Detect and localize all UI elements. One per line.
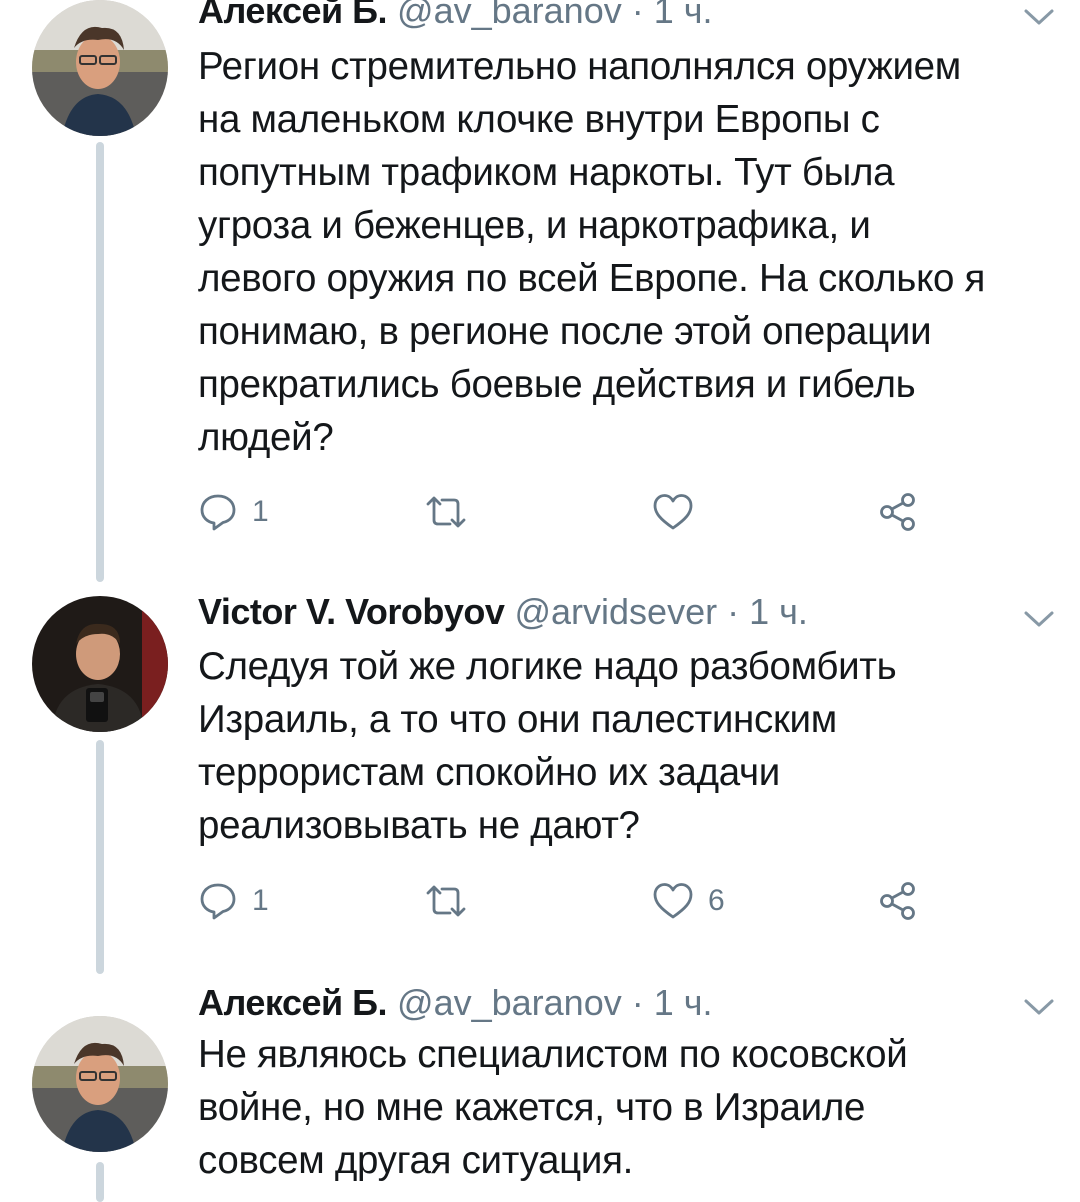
- tweet-2[interactable]: Victor V. Vorobyov @arvidsever · 1 ч. Сл…: [0, 580, 1080, 980]
- reply-button[interactable]: 1: [198, 488, 269, 536]
- tweet-text-line: Следуя той же логике надо разбомбить: [198, 645, 897, 688]
- tweet-header: Victor V. Vorobyov @arvidsever · 1 ч.: [198, 589, 808, 635]
- tweet-text-line: Израиль, а то что они палестинским: [198, 698, 837, 741]
- author-handle[interactable]: @av_baranov: [397, 982, 622, 1023]
- like-button[interactable]: [652, 488, 694, 536]
- tweet-text-line: реализовывать не дают?: [198, 804, 640, 847]
- user-avatar-icon: [32, 1016, 168, 1152]
- tweet-text-line: угроза и беженцев, и наркотрафика, и: [198, 204, 871, 247]
- thread-line: [96, 740, 104, 974]
- tweet-text: Регион стремительно наполнялся оружием н…: [198, 40, 1058, 464]
- separator: ·: [631, 0, 644, 31]
- share-button[interactable]: [878, 877, 918, 925]
- tweet-text-line: попутным трафиком наркоты. Тут была: [198, 151, 895, 194]
- reply-button[interactable]: 1: [198, 877, 269, 925]
- tweet-text-line: террористам спокойно их задачи: [198, 751, 780, 794]
- retweet-icon: [426, 496, 466, 528]
- user-avatar-icon: [32, 596, 168, 732]
- avatar[interactable]: [32, 1016, 168, 1152]
- tweet-text-line: Регион стремительно наполнялся оружием: [198, 45, 961, 88]
- timestamp[interactable]: 1 ч.: [749, 591, 808, 632]
- tweet-1[interactable]: Алексей Б. @av_baranov · 1 ч. Регион стр…: [0, 0, 1080, 590]
- tweet-text-line: на маленьком клочке внутри Европы с: [198, 98, 880, 141]
- tweet-text-line: прекратились боевые действия и гибель: [198, 363, 916, 406]
- heart-icon: [653, 494, 693, 530]
- like-button[interactable]: 6: [652, 877, 725, 925]
- share-button[interactable]: [878, 488, 918, 536]
- tweet-text: Следуя той же логике надо разбомбить Изр…: [198, 640, 1058, 852]
- timestamp[interactable]: 1 ч.: [654, 982, 713, 1023]
- reply-count: 1: [252, 884, 269, 917]
- retweet-button[interactable]: [424, 488, 468, 536]
- tweet-text-line: совсем другая ситуация.: [198, 1139, 634, 1182]
- tweet-text-line: левого оружия по всей Европе. На сколько…: [198, 257, 986, 300]
- thread-line: [96, 1162, 104, 1202]
- share-icon: [880, 882, 915, 920]
- author-name[interactable]: Алексей Б.: [198, 0, 388, 31]
- tweet-text-line: понимаю, в регионе после этой операции: [198, 310, 932, 353]
- tweet-actions: 1 6: [198, 877, 1058, 925]
- author-handle[interactable]: @av_baranov: [397, 0, 622, 31]
- chevron-down-icon[interactable]: [1022, 6, 1056, 28]
- retweet-button[interactable]: [424, 877, 468, 925]
- tweet-text-line: Не являюсь специалистом по косовской: [198, 1033, 908, 1076]
- thread-line: [96, 142, 104, 582]
- tweet-text-line: войне, но мне кажется, что в Израиле: [198, 1086, 866, 1129]
- reply-icon: [200, 883, 236, 920]
- reply-count: 1: [252, 495, 269, 528]
- share-icon: [880, 493, 915, 531]
- tweet-header: Алексей Б. @av_baranov · 1 ч.: [198, 980, 713, 1026]
- reply-icon: [200, 494, 236, 531]
- tweet-text-line: людей?: [198, 416, 334, 459]
- tweet-actions: 1: [198, 488, 1058, 536]
- tweet-text: Не являюсь специалистом по косовской вой…: [198, 1028, 1058, 1187]
- separator: ·: [727, 591, 740, 632]
- chevron-down-icon[interactable]: [1022, 996, 1056, 1018]
- like-count: 6: [708, 884, 725, 917]
- tweet-header: Алексей Б. @av_baranov · 1 ч.: [198, 0, 713, 34]
- avatar[interactable]: [32, 596, 168, 732]
- separator: ·: [631, 982, 644, 1023]
- avatar[interactable]: [32, 0, 168, 136]
- author-name[interactable]: Алексей Б.: [198, 982, 388, 1023]
- author-name[interactable]: Victor V. Vorobyov: [198, 591, 505, 632]
- author-handle[interactable]: @arvidsever: [514, 591, 717, 632]
- chevron-down-icon[interactable]: [1022, 608, 1056, 630]
- timestamp[interactable]: 1 ч.: [654, 0, 713, 31]
- retweet-icon: [426, 885, 466, 917]
- heart-icon: [653, 883, 693, 919]
- tweet-3[interactable]: Алексей Б. @av_baranov · 1 ч. Не являюсь…: [0, 972, 1080, 1202]
- user-avatar-icon: [32, 0, 168, 136]
